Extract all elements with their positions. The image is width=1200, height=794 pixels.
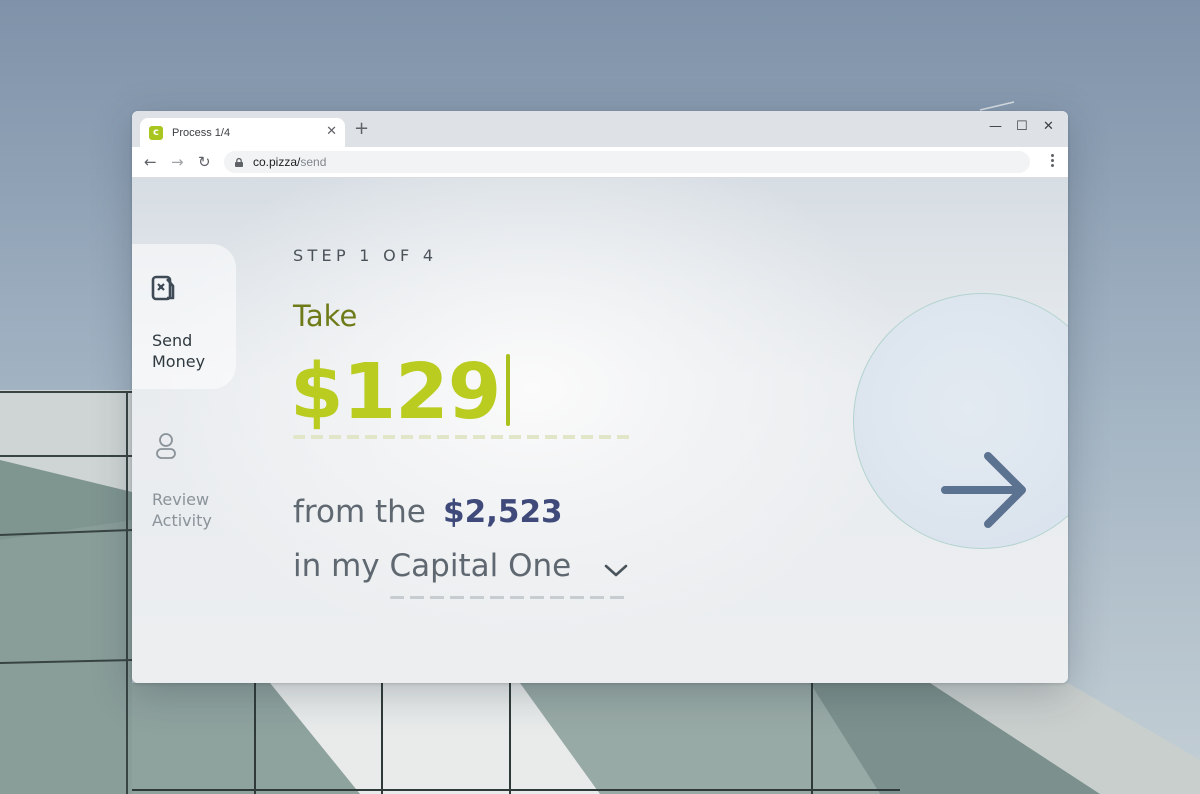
- account-underline: [390, 596, 630, 599]
- from-text: from the: [293, 494, 426, 530]
- favicon-icon: c: [149, 125, 163, 140]
- url-path: send: [300, 155, 327, 169]
- close-window-button[interactable]: ✕: [1043, 119, 1054, 135]
- account-line: in my Capital One: [293, 548, 571, 584]
- tab-close-icon[interactable]: ✕: [326, 124, 337, 140]
- money-transfer-icon: [151, 275, 175, 301]
- reload-button[interactable]: ↻: [198, 153, 211, 171]
- tab-bar: c Process 1/4 ✕ + — ☐ ✕: [132, 111, 1068, 147]
- sidebar-label-line1: Send: [152, 331, 193, 350]
- back-button[interactable]: ←: [144, 153, 157, 171]
- text-cursor: [506, 354, 510, 426]
- sidebar-item-review-activity[interactable]: Review Activity: [152, 489, 212, 531]
- step-indicator: STEP 1 OF 4: [293, 246, 438, 265]
- forward-button[interactable]: →: [171, 153, 184, 171]
- browser-tab[interactable]: c Process 1/4 ✕: [140, 118, 345, 147]
- browser-menu-icon[interactable]: [1051, 154, 1054, 169]
- take-label: Take: [293, 299, 358, 333]
- browser-toolbar: ← → ↻ co.pizza/send: [132, 147, 1068, 178]
- url-text: co.pizza/send: [253, 155, 326, 169]
- lock-icon: [235, 157, 243, 167]
- maximize-button[interactable]: ☐: [1016, 119, 1028, 135]
- tab-title: Process 1/4: [172, 126, 231, 139]
- sidebar-item-send-money-label: Send Money: [152, 330, 205, 372]
- address-bar[interactable]: co.pizza/send: [224, 151, 1030, 173]
- amount-input[interactable]: $129: [290, 348, 501, 438]
- balance-amount: $2,523: [443, 494, 563, 530]
- sidebar-label-line2: Activity: [152, 511, 212, 530]
- url-host: co.pizza/: [253, 155, 301, 169]
- page-content: Send Money Review Activity STEP 1 OF 4 T…: [132, 178, 1068, 683]
- amount-underline: [293, 435, 631, 439]
- arrow-right-icon: [941, 452, 1026, 528]
- account-select[interactable]: Capital One: [390, 548, 572, 584]
- browser-window: c Process 1/4 ✕ + — ☐ ✕ ← → ↻ co.pizza/s…: [132, 111, 1068, 683]
- minimize-button[interactable]: —: [989, 119, 1002, 135]
- in-my-text: in my: [293, 548, 380, 584]
- new-tab-button[interactable]: +: [354, 120, 369, 138]
- sidebar-label-line1: Review: [152, 490, 210, 509]
- sidebar-label-line2: Money: [152, 352, 206, 371]
- chevron-down-icon[interactable]: [604, 564, 628, 578]
- user-icon[interactable]: [155, 432, 177, 460]
